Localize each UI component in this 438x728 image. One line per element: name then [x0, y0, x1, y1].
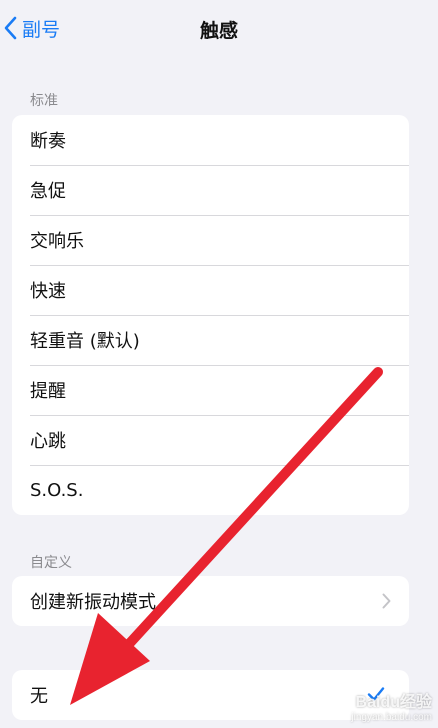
- section-header-standard: 标准: [30, 93, 58, 109]
- none-vibration-list: 无: [12, 670, 409, 720]
- vibration-option-heartbeat[interactable]: 心跳: [12, 415, 409, 465]
- vibration-option-symphony[interactable]: 交响乐: [12, 215, 409, 265]
- vibration-option-quick[interactable]: 快速: [12, 265, 409, 315]
- baidu-watermark: Baidu经验 jingyan.baidu.com: [351, 694, 432, 724]
- vibration-option-accent-default[interactable]: 轻重音 (默认): [12, 315, 409, 365]
- watermark-line2: jingyan.baidu.com: [351, 712, 432, 723]
- chevron-right-icon: [382, 593, 391, 609]
- vibration-option-sos[interactable]: S.O.S.: [12, 465, 409, 515]
- vibration-option-rapid[interactable]: 急促: [12, 165, 409, 215]
- create-new-vibration-label: 创建新振动模式: [30, 592, 156, 613]
- page-title: 触感: [199, 20, 238, 42]
- custom-vibration-list: 创建新振动模式: [12, 576, 409, 626]
- standard-vibration-list: 断奏 急促 交响乐 快速 轻重音 (默认) 提醒 心跳 S.O.S.: [12, 115, 409, 515]
- vibration-option-alert[interactable]: 提醒: [12, 365, 409, 415]
- vibration-option-none-label: 无: [30, 686, 48, 707]
- section-header-custom: 自定义: [30, 555, 72, 571]
- watermark-line1: Baidu经验: [355, 694, 432, 711]
- navigation-bar: 副号 触感: [0, 0, 438, 56]
- create-new-vibration-row[interactable]: 创建新振动模式: [12, 576, 409, 626]
- vibration-option-none[interactable]: 无: [12, 670, 409, 720]
- vibration-option-staccato[interactable]: 断奏: [12, 115, 409, 165]
